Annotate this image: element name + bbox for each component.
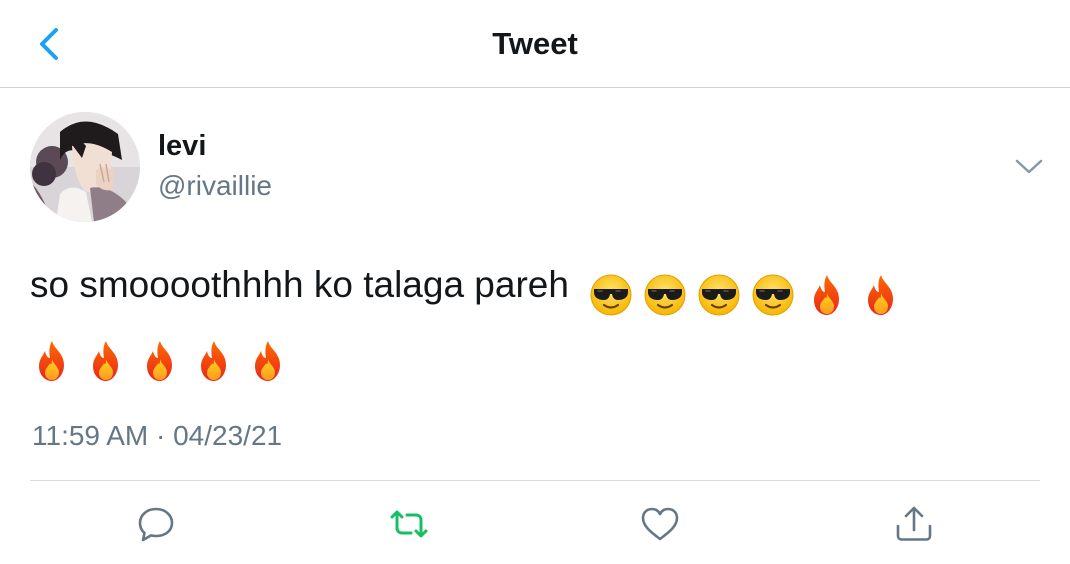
heart-icon xyxy=(641,507,679,541)
fire-emoji-icon xyxy=(84,339,128,383)
divider xyxy=(30,480,1040,481)
sunglasses-face-emoji-icon xyxy=(751,273,795,317)
speech-bubble-icon xyxy=(138,507,174,542)
share-button[interactable] xyxy=(892,502,936,546)
sunglasses-face-emoji-icon xyxy=(643,273,687,317)
retweet-button[interactable] xyxy=(387,502,431,546)
fire-emoji-icon xyxy=(246,339,290,383)
like-button[interactable] xyxy=(638,502,682,546)
avatar[interactable] xyxy=(30,112,140,222)
sunglasses-face-emoji-icon xyxy=(589,273,633,317)
fire-emoji-icon xyxy=(192,339,236,383)
fire-emoji-icon xyxy=(138,339,182,383)
emoji-row-2 xyxy=(30,330,300,388)
sunglasses-face-emoji-icon xyxy=(697,273,741,317)
more-options-button[interactable] xyxy=(1012,152,1046,180)
fire-emoji-icon xyxy=(30,339,74,383)
fire-emoji-icon xyxy=(859,273,903,317)
author-display-name[interactable]: levi xyxy=(158,130,206,163)
reply-button[interactable] xyxy=(134,502,178,546)
share-icon xyxy=(896,506,932,541)
emoji-row-1 xyxy=(589,264,913,322)
author-handle[interactable]: @rivaillie xyxy=(158,170,272,202)
tweet-timestamp: 11:59 AM · 04/23/21 xyxy=(32,420,283,451)
top-nav-bar: Tweet xyxy=(0,0,1070,88)
tweet-body: so smoooothhhh ko talaga pareh xyxy=(30,256,1040,388)
fire-emoji-icon xyxy=(805,273,849,317)
retweet-icon xyxy=(390,510,428,538)
chevron-down-icon xyxy=(1015,159,1043,174)
page-title: Tweet xyxy=(492,26,578,61)
tweet-text: so smoooothhhh ko talaga pareh xyxy=(30,264,569,305)
